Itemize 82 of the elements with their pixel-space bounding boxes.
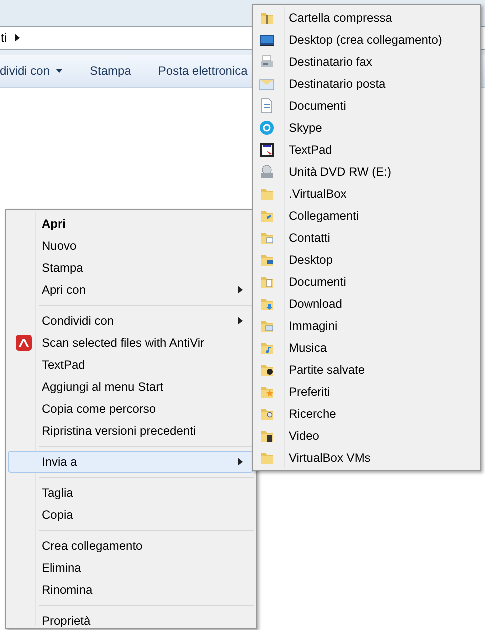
submenu-arrow-icon <box>238 458 243 466</box>
submenu-arrow-icon <box>238 317 243 325</box>
menu-item[interactable]: Nuovo <box>8 235 254 257</box>
menu-item[interactable]: Scan selected files with AntiVir <box>8 332 254 354</box>
menu-item[interactable]: Destinatario fax <box>255 51 478 73</box>
breadcrumb-arrow-icon <box>15 34 20 42</box>
menu-item[interactable]: Elimina <box>8 557 254 579</box>
folder-icon <box>259 252 275 268</box>
toolbar-button[interactable]: Posta elettronica <box>158 62 248 80</box>
menu-item-label: Ripristina versioni precedenti <box>41 423 198 440</box>
dropdown-caret-icon <box>56 69 64 73</box>
menu-item[interactable]: Ripristina versioni precedenti <box>8 420 254 442</box>
menu-item-label: Elimina <box>41 560 82 577</box>
menu-item-label: Copia come percorso <box>41 401 158 418</box>
menu-item[interactable]: Musica <box>255 337 478 359</box>
menu-item[interactable]: Immagini <box>255 315 478 337</box>
menu-item[interactable]: TextPad <box>8 354 254 376</box>
menu-item[interactable]: Desktop (crea collegamento) <box>255 29 478 51</box>
menu-item[interactable]: Destinatario posta <box>255 73 478 95</box>
document-icon <box>259 98 275 114</box>
folder-icon <box>259 340 275 356</box>
menu-item-label: TextPad <box>41 357 86 374</box>
folder-icon <box>259 428 275 444</box>
menu-item-label: Nuovo <box>41 238 78 255</box>
folder-icon <box>259 208 275 224</box>
menu-item[interactable]: Taglia <box>8 482 254 504</box>
menu-item[interactable]: .VirtualBox <box>255 183 478 205</box>
monitor-icon <box>259 32 275 48</box>
menu-item-label: Apri <box>41 216 67 233</box>
menu-item-label: Taglia <box>41 485 74 502</box>
toolbar-button[interactable]: Stampa <box>90 62 132 80</box>
menu-item[interactable]: TextPad <box>255 139 478 161</box>
menu-item[interactable]: Copia come percorso <box>8 398 254 420</box>
menu-item[interactable]: Collegamenti <box>255 205 478 227</box>
menu-item[interactable]: Rinomina <box>8 579 254 601</box>
menu-item-label: Scan selected files with AntiVir <box>41 335 206 352</box>
menu-item-label: Stampa <box>41 260 84 277</box>
disc-drive-icon <box>259 164 275 180</box>
submenu-arrow-icon <box>238 286 243 294</box>
menu-item[interactable]: Cartella compressa <box>255 7 478 29</box>
folder-icon <box>259 296 275 312</box>
menu-item-label: Copia <box>41 507 74 524</box>
menu-item[interactable]: Documenti <box>255 95 478 117</box>
menu-item[interactable]: Invia a <box>8 451 254 473</box>
menu-item[interactable]: VirtualBox VMs <box>255 447 478 469</box>
menu-item[interactable]: Unità DVD RW (E:) <box>255 161 478 183</box>
menu-item-label: Crea collegamento <box>41 538 144 555</box>
menu-item[interactable]: Apri <box>8 213 254 235</box>
menu-item[interactable]: Partite salvate <box>255 359 478 381</box>
toolbar-button[interactable]: dividi con <box>0 62 64 80</box>
folder-icon <box>259 406 275 422</box>
menu-item[interactable]: Skype <box>255 117 478 139</box>
fax-machine-icon <box>259 54 275 70</box>
menu-item[interactable]: Crea collegamento <box>8 535 254 557</box>
menu-item[interactable]: Apri con <box>8 279 254 301</box>
folder-icon <box>259 230 275 246</box>
menu-item[interactable]: Download <box>255 293 478 315</box>
folder-icon <box>259 186 275 202</box>
menu-item[interactable]: Aggiungi al menu Start <box>8 376 254 398</box>
menu-item[interactable]: Preferiti <box>255 381 478 403</box>
folder-icon <box>259 384 275 400</box>
menu-item[interactable]: Condividi con <box>8 310 254 332</box>
menu-item-label: Rinomina <box>41 582 94 599</box>
menu-item-label: Aggiungi al menu Start <box>41 379 164 396</box>
menu-item[interactable]: Desktop <box>255 249 478 271</box>
folder-icon <box>259 274 275 290</box>
menu-item-label: Condividi con <box>41 313 116 330</box>
menu-item[interactable]: Contatti <box>255 227 478 249</box>
breadcrumb-text[interactable]: ti <box>1 29 7 47</box>
menu-item-label: Invia a <box>41 454 78 471</box>
menu-item[interactable]: Proprietà <box>8 610 254 630</box>
zipped-folder-icon <box>259 10 275 26</box>
menu-item-label: Apri con <box>41 282 88 299</box>
folder-icon <box>259 318 275 334</box>
menu-item[interactable]: Ricerche <box>255 403 478 425</box>
menu-item[interactable]: Stampa <box>8 257 254 279</box>
menu-item-label: Proprietà <box>41 613 92 630</box>
menu-item[interactable]: Copia <box>8 504 254 526</box>
menu-item[interactable]: Documenti <box>255 271 478 293</box>
folder-icon <box>259 450 275 466</box>
menu-item[interactable]: Video <box>255 425 478 447</box>
folder-icon <box>259 362 275 378</box>
